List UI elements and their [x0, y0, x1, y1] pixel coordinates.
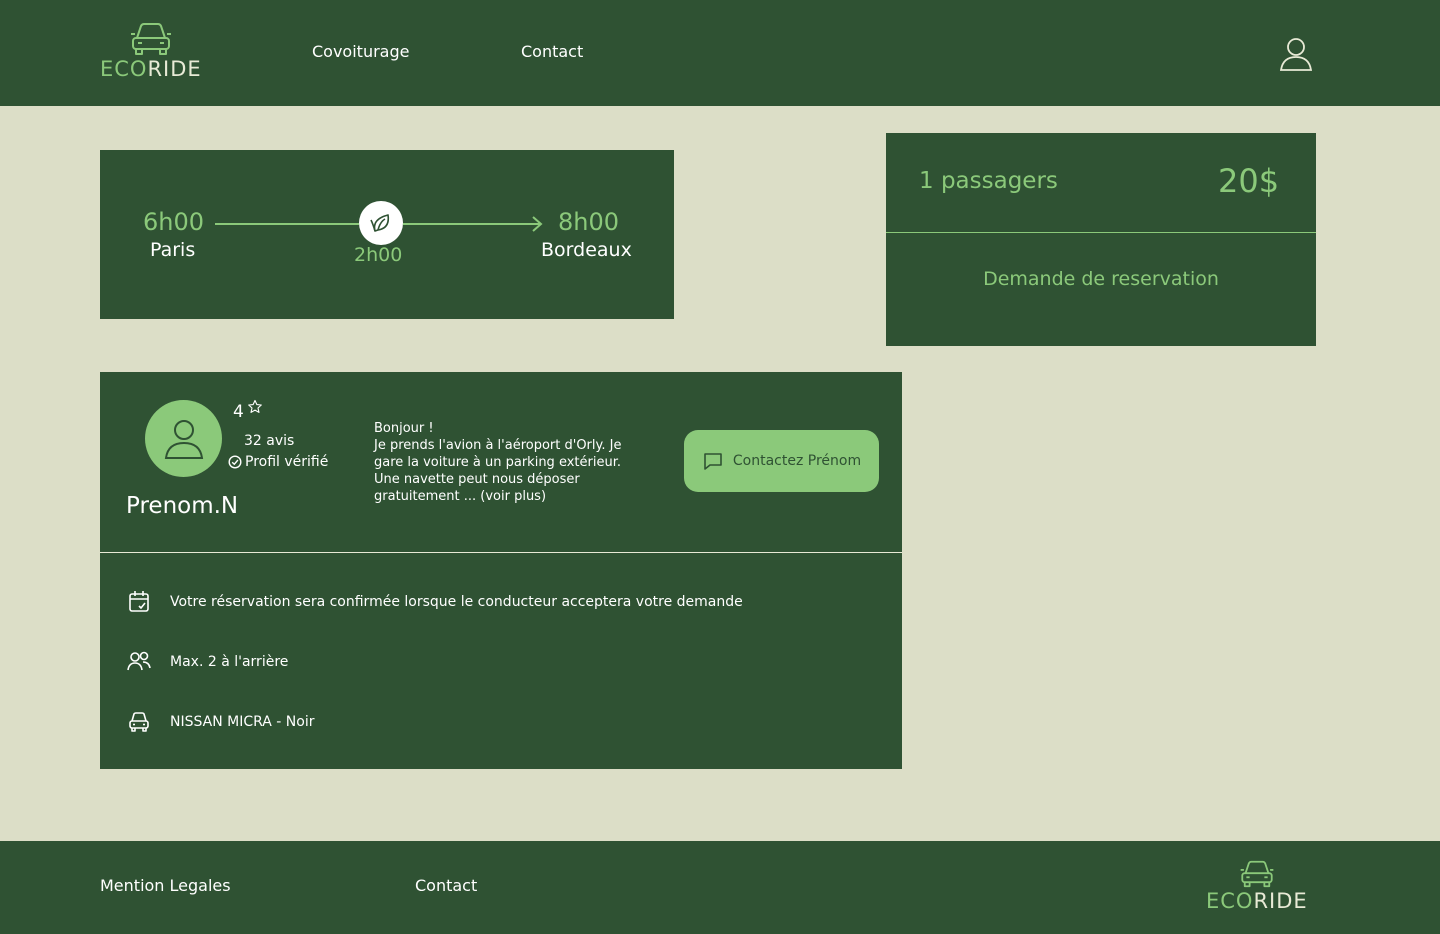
reservation-request-button[interactable]: Demande de reservation [886, 268, 1316, 290]
arrow-right-icon [532, 216, 543, 232]
message-line: Bonjour ! [374, 421, 434, 436]
departure-city: Paris [150, 239, 196, 261]
user-avatar-icon [164, 419, 203, 459]
review-count[interactable]: 32 avis [244, 433, 294, 449]
calendar-check-icon [129, 591, 149, 612]
logo-wordmark: ECORIDE [1206, 891, 1308, 912]
vehicle-text: NISSAN MICRA - Noir [170, 714, 315, 730]
passenger-count: 1 passagers [919, 168, 1058, 194]
driver-divider [100, 552, 902, 553]
arrival-city: Bordeaux [541, 239, 632, 261]
message-line: Une navette peut nous déposer [374, 472, 580, 487]
leaf-icon [370, 214, 390, 232]
logo-ride: RIDE [147, 57, 202, 81]
route-line-start [215, 223, 359, 225]
driver-rating: 4 [233, 402, 244, 422]
users-icon [127, 651, 151, 671]
info-row-vehicle: NISSAN MICRA - Noir [126, 709, 315, 735]
logo-ride: RIDE [1253, 889, 1308, 913]
nav-contact[interactable]: Contact [521, 42, 583, 61]
footer-contact-link[interactable]: Contact [415, 876, 477, 895]
check-circle-icon [228, 455, 242, 469]
contact-driver-label: Contactez Prénom [732, 453, 862, 469]
star-icon [248, 399, 262, 413]
car-logo-icon [130, 23, 171, 55]
verified-badge: Profil vérifié [228, 454, 328, 470]
footer-legal-link[interactable]: Mention Legales [100, 876, 231, 895]
car-icon [129, 712, 149, 732]
logo-wordmark: ECORIDE [100, 59, 202, 80]
driver-message: Bonjour ! Je prends l'avion à l'aéroport… [374, 420, 644, 505]
message-line: gare la voiture à un parking extérieur. [374, 455, 621, 470]
leaf-badge [359, 201, 403, 245]
confirmation-text: Votre réservation sera confirmée lorsque… [170, 594, 743, 610]
booking-divider [886, 232, 1316, 233]
arrival-time: 8h00 [558, 208, 620, 236]
info-row-confirmation: Votre réservation sera confirmée lorsque… [126, 589, 743, 615]
avatar[interactable] [145, 400, 222, 477]
route-line-end [403, 223, 540, 225]
header-logo[interactable]: ECORIDE [100, 22, 202, 80]
driver-name: Prenom.N [126, 493, 239, 519]
footer-logo[interactable]: ECORIDE [1206, 860, 1308, 912]
message-line-see-more[interactable]: gratuitement ... (voir plus) [374, 488, 644, 505]
chat-bubble-icon [704, 453, 722, 470]
message-line: Je prends l'avion à l'aéroport d'Orly. J… [374, 438, 622, 453]
nav-covoiturage[interactable]: Covoiturage [312, 42, 409, 61]
departure-time: 6h00 [143, 208, 205, 236]
seats-text: Max. 2 à l'arrière [170, 654, 289, 670]
car-logo-icon [1240, 860, 1274, 888]
logo-eco: ECO [1206, 889, 1254, 913]
logo-eco: ECO [100, 57, 148, 81]
info-row-seats: Max. 2 à l'arrière [126, 649, 288, 675]
trip-price: 20$ [1218, 162, 1280, 200]
verified-label: Profil vérifié [245, 454, 329, 470]
header: ECORIDE Covoiturage Contact [0, 0, 1440, 106]
contact-driver-button[interactable]: Contactez Prénom [684, 430, 879, 492]
user-icon[interactable] [1278, 36, 1314, 72]
trip-duration: 2h00 [354, 244, 403, 266]
